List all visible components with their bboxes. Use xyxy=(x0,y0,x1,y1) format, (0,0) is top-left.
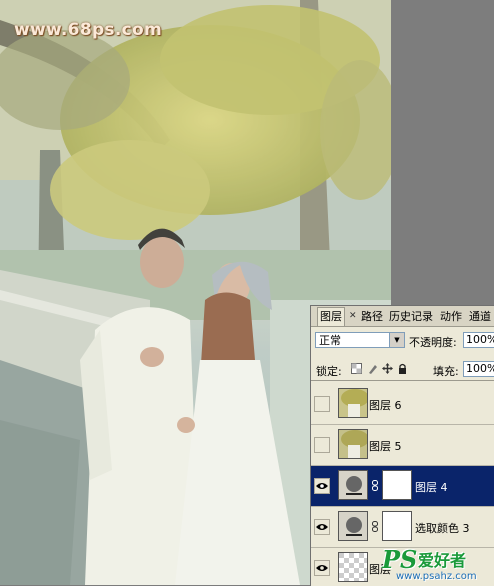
fill-label: 填充: xyxy=(433,365,459,378)
lock-row: 锁定: 填充: 100% xyxy=(311,358,494,381)
panel-tab-bar: 图层 ✕ 路径 历史记录 动作 通道 xyxy=(311,306,494,327)
blend-mode-value: 正常 xyxy=(319,334,341,347)
ps-site-url: www.psahz.com xyxy=(396,571,477,582)
blend-row: 正常 ▼ 不透明度: 100% xyxy=(311,330,494,352)
tab-layers[interactable]: 图层 xyxy=(317,307,345,326)
layer-name: 选取颜色 3 xyxy=(415,522,470,535)
visibility-toggle[interactable] xyxy=(314,519,330,535)
layer-row[interactable]: 图层 5 xyxy=(311,425,494,466)
layer-mask-thumbnail[interactable] xyxy=(382,511,412,541)
tab-paths[interactable]: 路径 xyxy=(361,308,383,326)
lock-transparency-icon[interactable] xyxy=(351,363,362,374)
visibility-toggle[interactable] xyxy=(314,396,330,412)
layer-mask-thumbnail[interactable] xyxy=(382,470,412,500)
adjustment-thumbnail xyxy=(338,470,368,500)
layer-row[interactable]: 图层 4 xyxy=(311,466,494,507)
fill-input[interactable]: 100% xyxy=(463,361,494,377)
link-icon[interactable] xyxy=(372,480,378,491)
lock-move-icon[interactable] xyxy=(382,363,393,374)
tab-actions[interactable]: 动作 xyxy=(440,308,462,326)
link-icon[interactable] xyxy=(372,521,378,532)
lock-all-icon[interactable] xyxy=(397,363,408,374)
visibility-toggle[interactable] xyxy=(314,437,330,453)
eye-icon xyxy=(316,524,328,530)
lock-label: 锁定: xyxy=(316,365,342,378)
eye-icon xyxy=(316,565,328,571)
lock-paint-icon[interactable] xyxy=(367,363,378,374)
close-icon[interactable]: ✕ xyxy=(349,312,357,321)
adjustment-thumbnail xyxy=(338,511,368,541)
tab-channels[interactable]: 通道 xyxy=(469,308,491,326)
layer-row[interactable]: 选取颜色 3 xyxy=(311,507,494,548)
layers-panel: 图层 ✕ 路径 历史记录 动作 通道 正常 ▼ 不透明度: 100% 锁定: xyxy=(310,305,494,586)
site-watermark: PS 爱好者 www.psahz.com xyxy=(382,545,494,585)
ps-logo: PS xyxy=(382,545,418,574)
blend-mode-select[interactable]: 正常 ▼ xyxy=(315,332,405,348)
layer-name: 图层 4 xyxy=(415,481,448,494)
canvas-background xyxy=(391,0,494,305)
layer-name: 图层 5 xyxy=(369,440,402,453)
ps-site-name: 爱好者 xyxy=(418,551,467,570)
layer-thumbnail xyxy=(338,552,368,582)
layer-row[interactable]: 图层 6 xyxy=(311,384,494,425)
layer-thumbnail xyxy=(338,388,368,418)
visibility-toggle[interactable] xyxy=(314,560,330,576)
site-url-watermark: www.68ps.com xyxy=(14,20,162,40)
visibility-toggle[interactable] xyxy=(314,478,330,494)
eye-icon xyxy=(316,483,328,489)
opacity-label: 不透明度: xyxy=(409,336,457,349)
chevron-down-icon[interactable]: ▼ xyxy=(389,333,404,347)
tab-history[interactable]: 历史记录 xyxy=(389,308,433,326)
opacity-input[interactable]: 100% xyxy=(463,332,494,348)
layer-name: 图层 6 xyxy=(369,399,402,412)
layer-thumbnail xyxy=(338,429,368,459)
